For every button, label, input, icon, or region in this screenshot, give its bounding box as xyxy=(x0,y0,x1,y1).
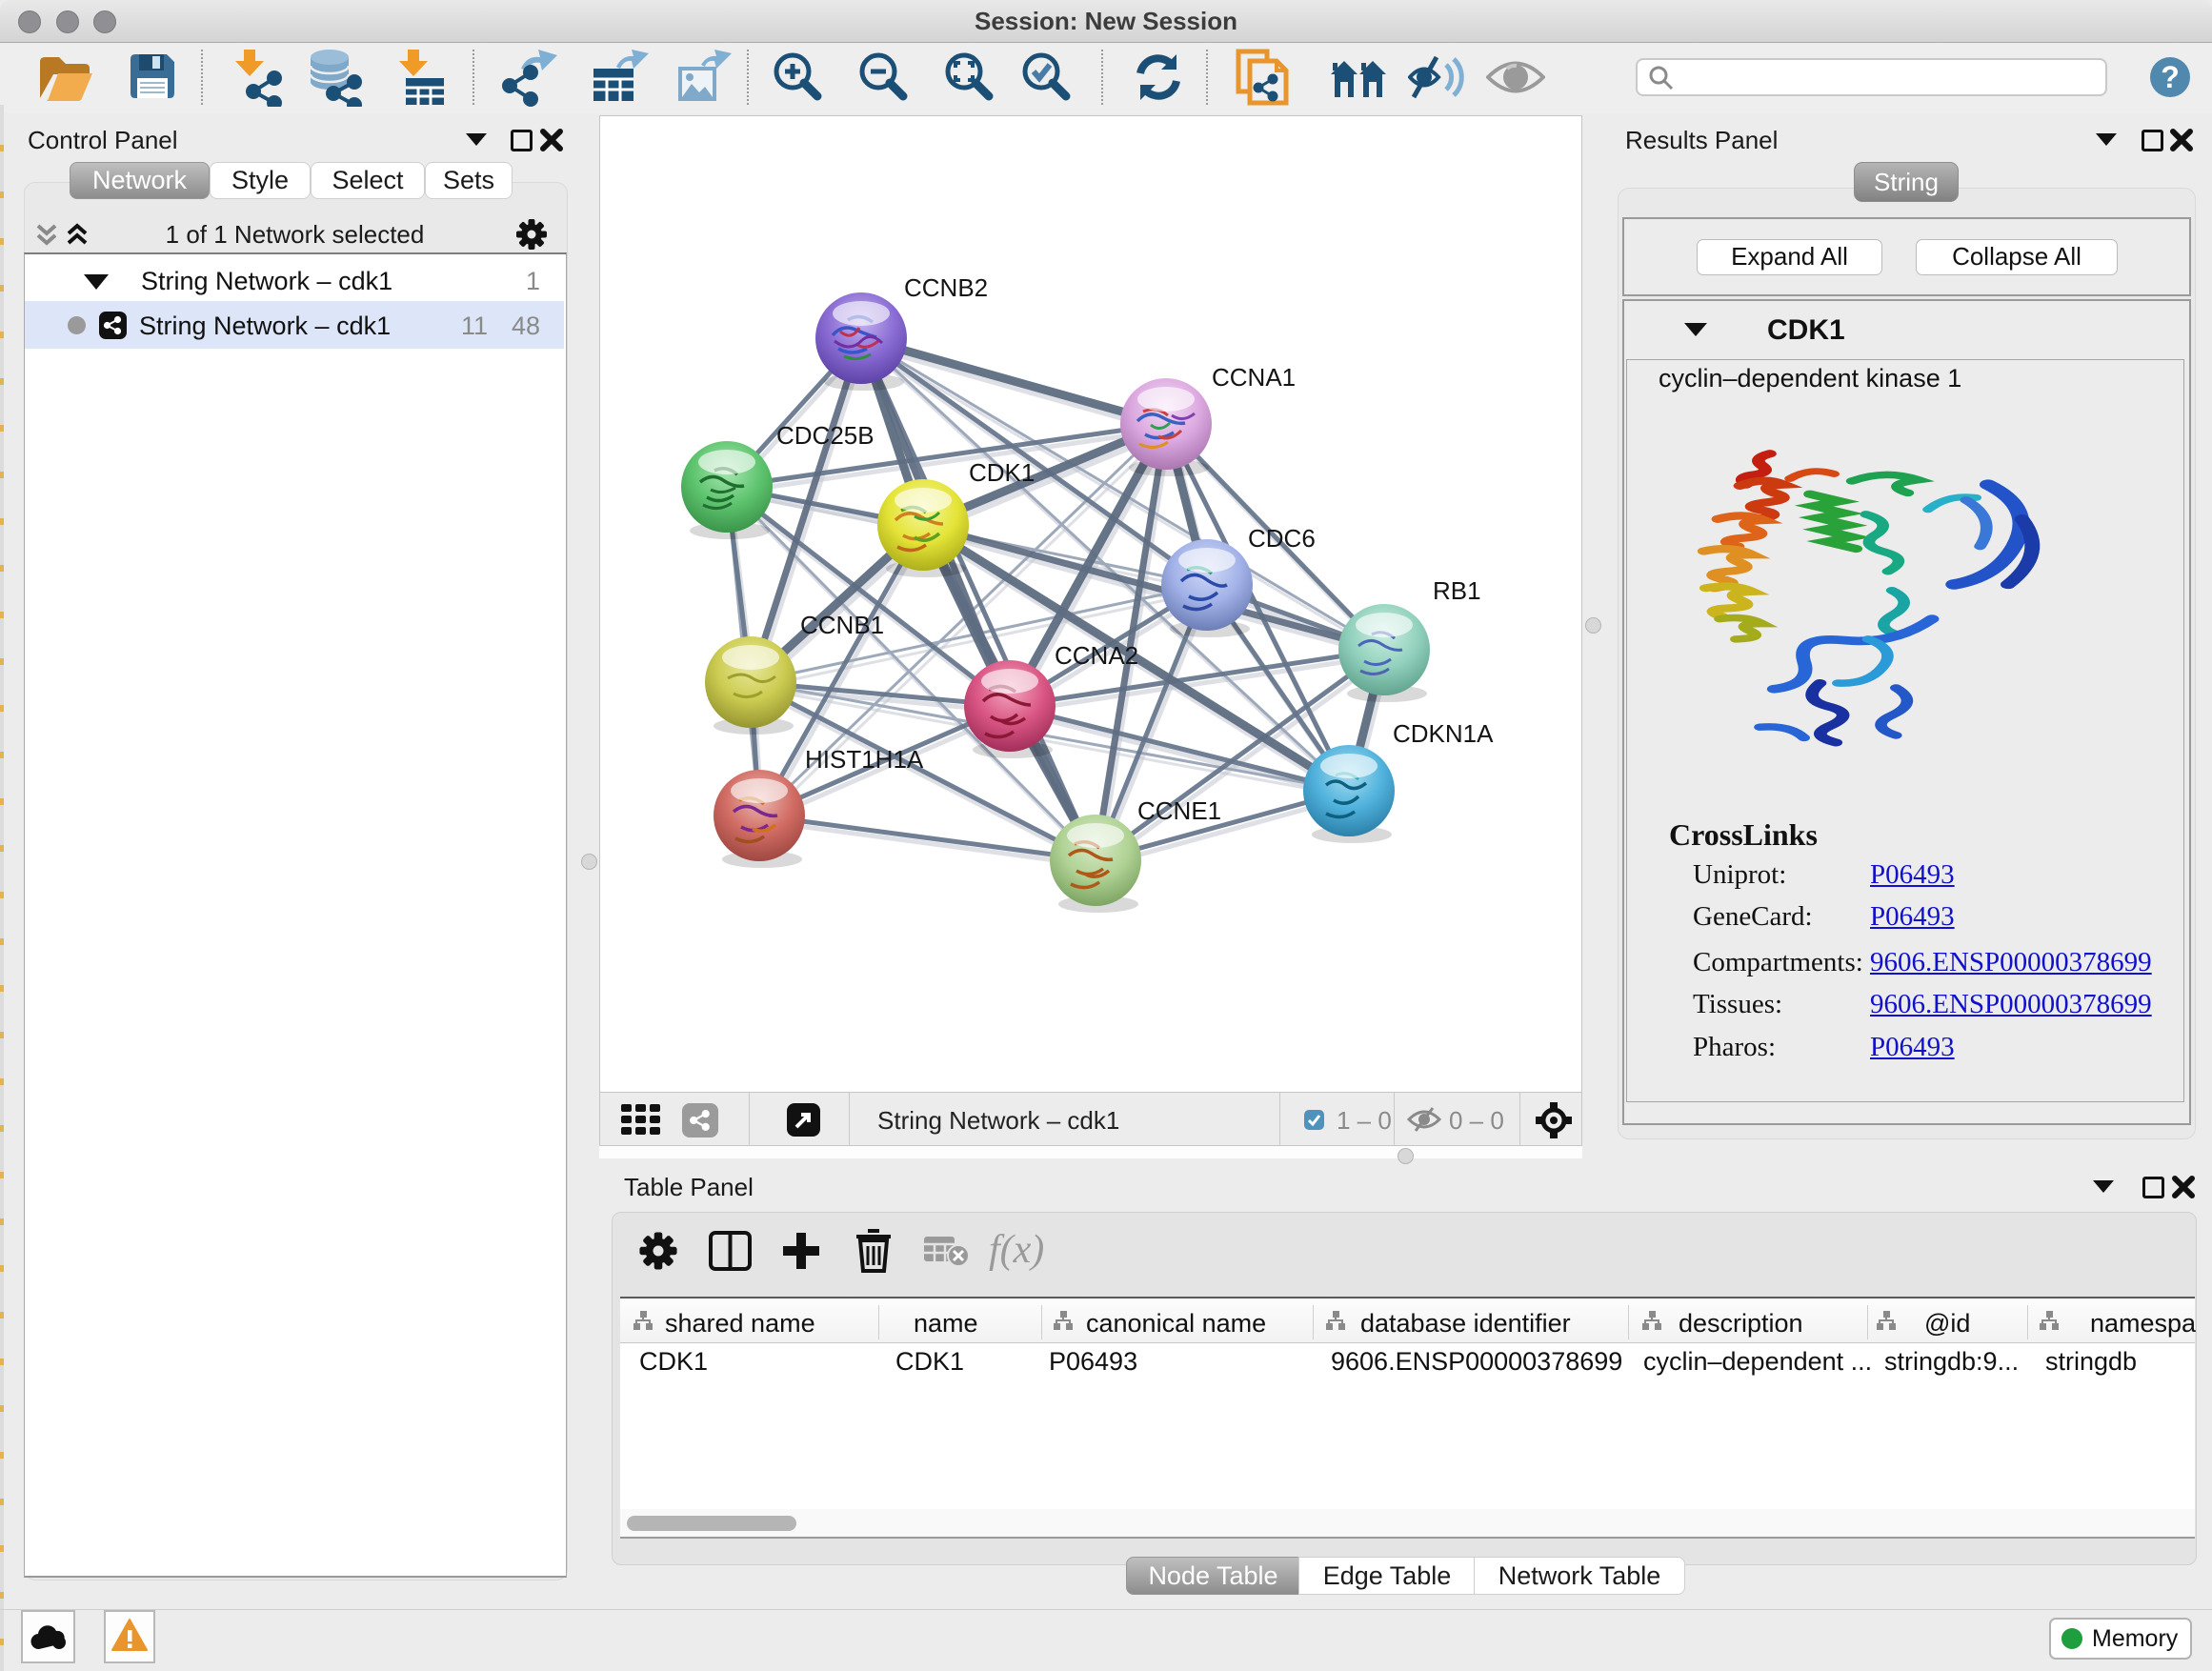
svg-text:RB1: RB1 xyxy=(1433,576,1481,605)
svg-text:CDK1: CDK1 xyxy=(969,458,1035,487)
svg-text:CDC6: CDC6 xyxy=(1248,524,1316,553)
svg-text:CCNB1: CCNB1 xyxy=(800,611,884,639)
svg-text:CCNB2: CCNB2 xyxy=(904,273,988,302)
svg-text:CDC25B: CDC25B xyxy=(776,421,875,450)
svg-text:HIST1H1A: HIST1H1A xyxy=(805,745,924,774)
svg-text:CCNA2: CCNA2 xyxy=(1055,641,1138,670)
svg-text:CCNA1: CCNA1 xyxy=(1212,363,1296,392)
svg-text:CCNE1: CCNE1 xyxy=(1137,796,1221,825)
svg-text:CDKN1A: CDKN1A xyxy=(1393,719,1494,748)
